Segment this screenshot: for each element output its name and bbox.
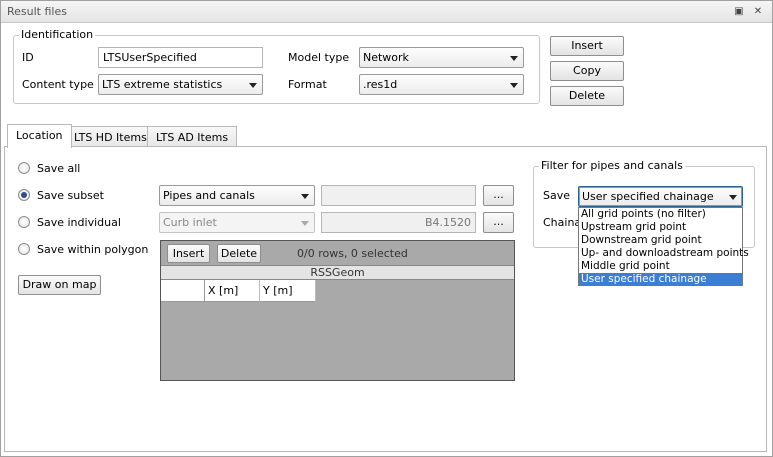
individual-type-select[interactable]: Curb inlet	[159, 212, 315, 233]
dropdown-option[interactable]: Middle grid point	[579, 260, 742, 273]
dropdown-option[interactable]: Upstream grid point	[579, 221, 742, 234]
id-field[interactable]: LTSUserSpecified	[98, 47, 263, 68]
tab-lts-hd-items[interactable]: LTS HD Items	[65, 126, 156, 148]
format-value: .res1d	[363, 78, 398, 91]
chevron-down-icon	[301, 194, 309, 199]
filter-legend: Filter for pipes and canals	[539, 159, 685, 172]
grid-delete-button[interactable]: Delete	[217, 244, 261, 263]
save-within-polygon-label: Save within polygon	[37, 243, 149, 256]
grid-caption: RSSGeom	[161, 265, 514, 280]
save-within-polygon-radio[interactable]	[18, 243, 30, 255]
grid-row-header	[161, 280, 205, 302]
subset-value-field[interactable]	[321, 185, 476, 206]
chevron-down-icon	[249, 83, 257, 88]
individual-value-field[interactable]: B4.1520	[321, 212, 476, 233]
content-type-value: LTS extreme statistics	[102, 78, 223, 91]
model-type-value: Network	[363, 51, 409, 64]
filter-save-select[interactable]: User specified chainage	[578, 186, 743, 207]
dropdown-option[interactable]: Downstream grid point	[579, 234, 742, 247]
identification-legend: Identification	[19, 28, 96, 41]
filter-save-dropdown: All grid points (no filter) Upstream gri…	[578, 207, 749, 286]
grid-column-x[interactable]: X [m]	[205, 280, 260, 302]
save-individual-radio[interactable]	[18, 216, 30, 228]
save-all-label: Save all	[37, 162, 81, 175]
content-type-select[interactable]: LTS extreme statistics	[98, 74, 263, 95]
grid-status: 0/0 rows, 0 selected	[297, 247, 408, 260]
dropdown-option-selected[interactable]: User specified chainage	[579, 273, 742, 286]
dropdown-option[interactable]: All grid points (no filter)	[579, 208, 742, 221]
filter-save-value: User specified chainage	[582, 190, 714, 203]
insert-button[interactable]: Insert	[550, 36, 624, 56]
grid-column-y[interactable]: Y [m]	[260, 280, 316, 302]
chevron-down-icon	[729, 195, 737, 200]
chevron-down-icon	[510, 56, 518, 61]
dropdown-option[interactable]: Up- and downloadstream points	[579, 247, 749, 260]
polygon-grid: Insert Delete 0/0 rows, 0 selected RSSGe…	[160, 240, 515, 381]
individual-browse-button[interactable]: ...	[483, 212, 514, 233]
subset-browse-button[interactable]: ...	[483, 185, 514, 206]
grid-insert-button[interactable]: Insert	[167, 244, 210, 263]
chevron-down-icon	[510, 83, 518, 88]
close-icon[interactable]: ✕	[751, 5, 765, 19]
save-subset-label: Save subset	[37, 189, 104, 202]
title-bar: Result files ▣ ✕	[1, 1, 772, 23]
model-type-select[interactable]: Network	[359, 47, 524, 68]
window-title: Result files	[7, 5, 67, 18]
copy-button[interactable]: Copy	[550, 61, 624, 81]
restore-icon[interactable]: ▣	[732, 5, 746, 19]
individual-type-value: Curb inlet	[163, 216, 217, 229]
delete-button[interactable]: Delete	[550, 86, 624, 106]
chevron-down-icon	[301, 221, 309, 226]
tab-location[interactable]: Location	[7, 124, 72, 148]
id-label: ID	[22, 51, 34, 64]
format-select[interactable]: .res1d	[359, 74, 524, 95]
content-type-label: Content type	[22, 78, 94, 91]
tab-lts-ad-items[interactable]: LTS AD Items	[147, 126, 238, 148]
subset-type-value: Pipes and canals	[163, 189, 255, 202]
model-type-label: Model type	[288, 51, 350, 64]
filter-save-label: Save	[543, 189, 571, 202]
draw-on-map-button[interactable]: Draw on map	[18, 275, 101, 295]
save-all-radio[interactable]	[18, 162, 30, 174]
save-individual-label: Save individual	[37, 216, 121, 229]
save-subset-radio[interactable]	[18, 189, 30, 201]
format-label: Format	[288, 78, 327, 91]
subset-type-select[interactable]: Pipes and canals	[159, 185, 315, 206]
